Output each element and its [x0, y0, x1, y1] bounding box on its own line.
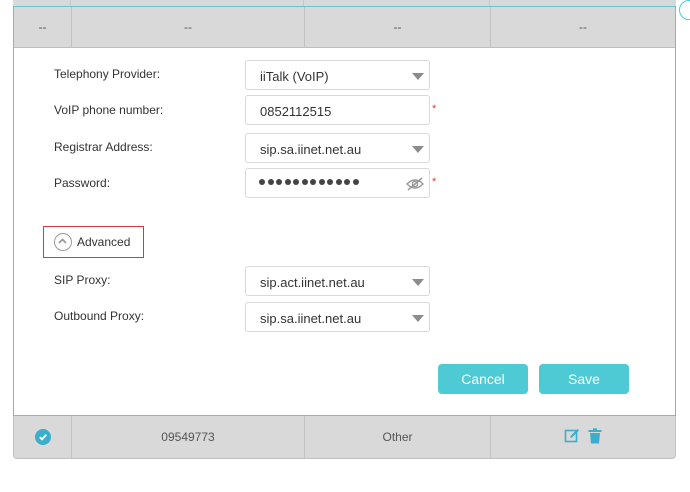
table-row: 09549773 Other — [13, 416, 676, 459]
password-dot — [276, 179, 282, 185]
registrar-label: Registrar Address: — [54, 140, 153, 154]
required-marker: * — [432, 103, 437, 115]
voip-number-label: VoIP phone number: — [54, 103, 164, 117]
sip-proxy-select[interactable]: sip.act.iinet.net.au — [245, 266, 430, 296]
save-button[interactable]: Save — [539, 364, 629, 394]
cell-provider: -- — [393, 20, 402, 34]
outbound-proxy-select[interactable]: sip.sa.iinet.net.au — [245, 302, 430, 332]
telephony-provider-select[interactable]: iiTalk (VoIP) — [245, 60, 430, 90]
password-input[interactable] — [245, 168, 430, 198]
registrar-select[interactable]: sip.sa.iinet.net.au — [245, 133, 430, 163]
password-dot — [310, 179, 316, 185]
edit-icon[interactable] — [564, 428, 580, 447]
check-circle-icon — [34, 429, 51, 445]
cell-number: -- — [184, 20, 192, 34]
trash-icon[interactable] — [588, 427, 602, 447]
password-dot — [327, 179, 333, 185]
cell-status: -- — [38, 20, 47, 34]
voip-number-value: 0852112515 — [260, 104, 332, 119]
table-row-placeholder: -- -- -- -- — [14, 7, 675, 48]
outbound-proxy-label: Outbound Proxy: — [54, 309, 145, 323]
chevron-down-icon — [412, 279, 424, 286]
cell-actions — [491, 416, 675, 458]
chevron-down-icon — [412, 315, 424, 322]
password-label: Password: — [54, 176, 111, 190]
required-marker: * — [432, 176, 437, 188]
cancel-button[interactable]: Cancel — [438, 364, 528, 394]
password-dot — [284, 179, 291, 185]
advanced-toggle[interactable]: Advanced — [43, 226, 144, 258]
edit-entry-panel: -- -- -- -- Telephony Provider: iiTalk (… — [13, 6, 676, 416]
eye-off-icon[interactable] — [406, 177, 424, 194]
password-mask — [259, 179, 359, 185]
cell-actions: -- — [579, 20, 587, 34]
outbound-proxy-value: sip.sa.iinet.net.au — [260, 311, 362, 326]
chevron-up-circle-icon — [54, 233, 72, 251]
sip-proxy-label: SIP Proxy: — [54, 273, 111, 287]
password-dot — [335, 179, 342, 185]
circle-icon[interactable] — [679, 0, 690, 20]
sip-proxy-value: sip.act.iinet.net.au — [260, 275, 365, 290]
password-dot — [318, 179, 325, 185]
cell-number: 09549773 — [161, 430, 215, 444]
password-dot — [259, 179, 265, 185]
telephony-provider-value: iiTalk (VoIP) — [260, 69, 329, 84]
password-dot — [267, 179, 274, 185]
password-dot — [344, 179, 350, 185]
cell-provider: Other — [382, 430, 413, 444]
password-dot — [293, 179, 299, 185]
password-dot — [301, 179, 308, 185]
chevron-down-icon — [412, 146, 424, 153]
registrar-value: sip.sa.iinet.net.au — [260, 142, 362, 157]
advanced-label: Advanced — [77, 235, 131, 249]
telephony-provider-label: Telephony Provider: — [54, 67, 161, 81]
chevron-down-icon — [412, 73, 424, 80]
cell-status — [14, 416, 71, 458]
password-dot — [352, 179, 359, 185]
voip-number-input[interactable]: 0852112515 — [245, 95, 430, 125]
